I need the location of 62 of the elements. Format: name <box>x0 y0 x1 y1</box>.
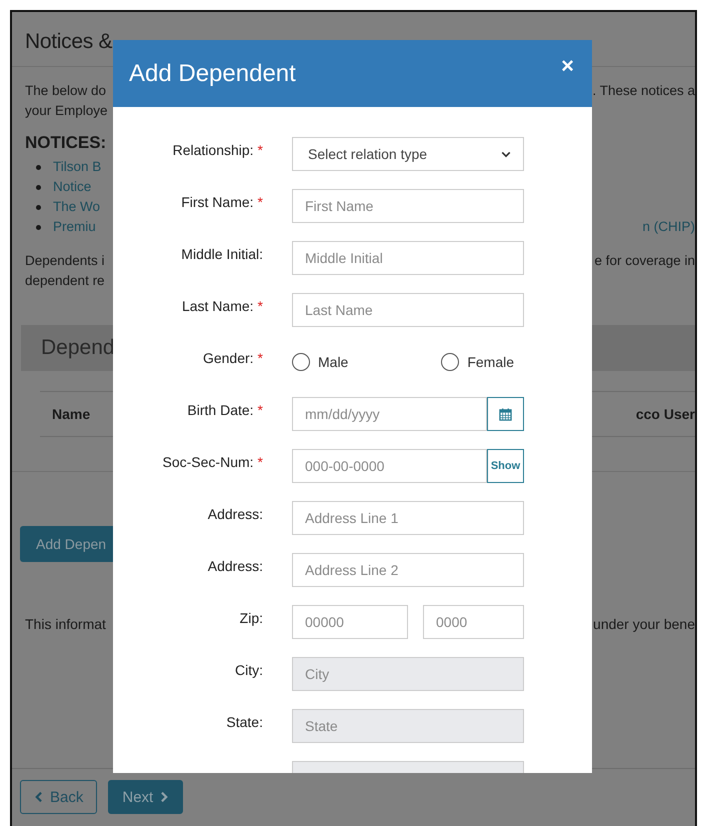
paragraph-text: e for coverage in <box>594 252 695 270</box>
zip-field[interactable]: 0000 <box>423 605 524 639</box>
required-mark: * <box>258 402 263 418</box>
ssn-field[interactable]: 000-00-0000 <box>292 449 487 483</box>
paragraph-text: . These notices a <box>592 82 695 100</box>
caret-icon <box>501 150 511 158</box>
column-header: cco User <box>636 406 695 422</box>
calendar-icon <box>499 408 512 420</box>
field-label: Soc-Sec-Num: <box>162 454 254 470</box>
field-label: Relationship: <box>172 142 254 158</box>
date-field[interactable]: mm/dd/yyyy <box>292 397 487 431</box>
required-mark: * <box>258 194 263 210</box>
input-field[interactable]: First Name <box>292 189 524 223</box>
notices-heading: NOTICES: <box>25 133 106 152</box>
input-field[interactable]: Address Line 2 <box>292 553 524 587</box>
paragraph-text: The below do <box>25 82 106 100</box>
zip-field[interactable]: 00000 <box>292 605 408 639</box>
field-label: Address: <box>208 506 263 522</box>
close-button[interactable]: × <box>557 54 578 78</box>
bullet-icon <box>36 224 41 230</box>
chevron-right-icon <box>160 791 170 803</box>
field-label: Gender: <box>202 350 254 366</box>
input-field[interactable]: Address Line 1 <box>292 501 524 535</box>
notice-link[interactable]: The Wo <box>53 197 100 217</box>
field-label: State: <box>226 714 263 730</box>
field-label: Address: <box>208 558 263 574</box>
paragraph-text: under your bene <box>593 615 695 634</box>
paragraph-text: Dependents i <box>25 252 105 270</box>
input-field[interactable]: Middle Initial <box>292 241 524 275</box>
input-field[interactable]: Last Name <box>292 293 524 327</box>
required-mark: * <box>258 454 263 470</box>
back-button[interactable]: Back <box>20 780 98 814</box>
paragraph-text: This informat <box>25 615 106 634</box>
paragraph-text: your Employe <box>25 102 108 120</box>
radio-option[interactable]: Female <box>441 353 514 371</box>
radio-option[interactable]: Male <box>292 353 348 371</box>
bullet-icon <box>36 184 41 190</box>
required-mark: * <box>258 142 263 158</box>
select-field[interactable]: Select relation type <box>292 137 524 171</box>
field-label: City: <box>235 662 263 678</box>
field-label: Zip: <box>240 610 263 626</box>
field-label: Last Name: <box>182 298 254 314</box>
page-title: Notices & <box>25 30 112 53</box>
dialog-title: Add Dependent <box>129 60 296 88</box>
required-mark: * <box>258 350 263 366</box>
required-mark: * <box>258 298 263 314</box>
column-header: Name <box>52 406 90 422</box>
bullet-icon <box>36 164 41 170</box>
show-button[interactable]: Show <box>487 449 524 483</box>
notice-link[interactable]: Notice <box>53 177 92 197</box>
bullet-icon <box>36 204 41 210</box>
notice-link[interactable]: Premiu <box>53 217 96 237</box>
chevron-left-icon <box>34 791 43 803</box>
paragraph-text: dependent re <box>25 272 105 290</box>
field-label: First Name: <box>181 194 254 210</box>
notice-link[interactable]: n (CHIP) <box>642 217 695 237</box>
section-title: Depend <box>41 336 115 360</box>
calendar-button[interactable] <box>487 397 524 431</box>
field-label: Middle Initial: <box>181 246 263 262</box>
field-label: Birth Date: <box>187 402 254 418</box>
next-button[interactable]: Next <box>108 780 184 814</box>
notice-link[interactable]: Tilson B <box>53 157 102 177</box>
